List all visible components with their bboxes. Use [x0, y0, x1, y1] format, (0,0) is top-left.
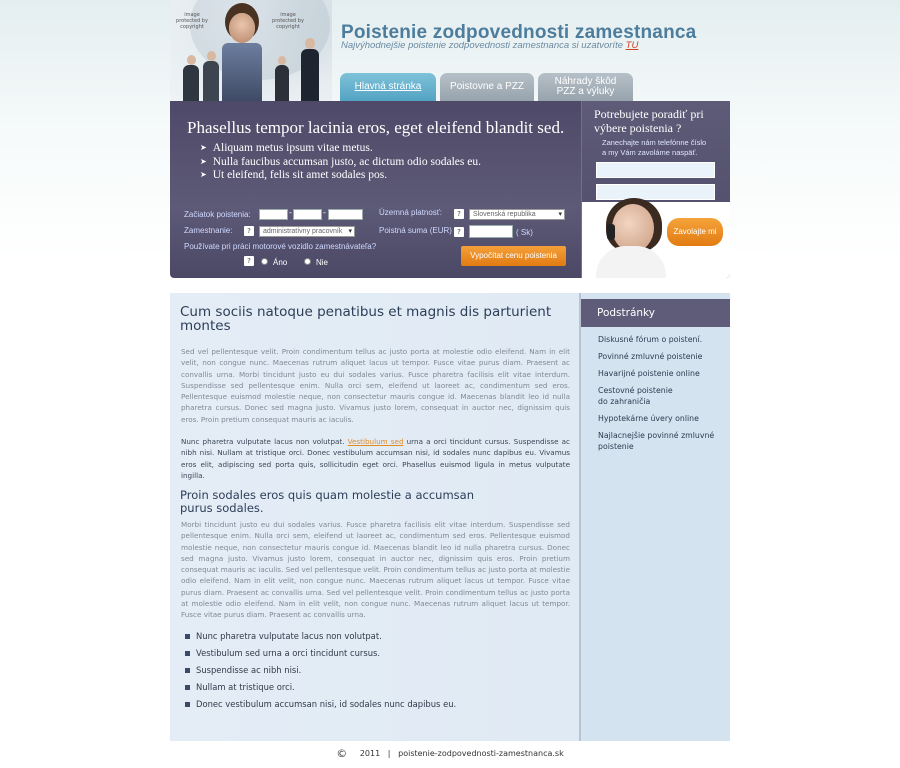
list-item: Donec vestibulum accumsan nisi, id sodal…: [185, 699, 456, 716]
help-icon[interactable]: ?: [244, 256, 254, 266]
sum-label: Poistná suma (EUR): [379, 226, 452, 235]
bullet-list: Nunc pharetra vulputate lacus non volutp…: [185, 631, 456, 716]
employee-label: Zamestnanie:: [184, 226, 233, 235]
sidebar-link-forum[interactable]: Diskusné fórum o poistení.: [598, 334, 723, 345]
inline-link[interactable]: Vestibulum sed: [348, 437, 404, 446]
yes-label: Áno: [273, 258, 288, 267]
footer: © 2011 | poistenie-zodpovednosti-zamestn…: [0, 746, 900, 760]
agent-body: [596, 246, 666, 278]
site-tagline: Najvýhodnejšie poistenie zodpovednosti z…: [341, 40, 638, 51]
sum-input[interactable]: [469, 225, 513, 238]
banner-title: Phasellus tempor lacinia eros, eget elei…: [187, 118, 565, 137]
agent-photo: Zavolajte mi: [582, 198, 730, 278]
hero-image: image protected by copyright image prote…: [170, 0, 332, 101]
callback-box: Potrebujete poradiť pri výbere poistenia…: [581, 101, 730, 278]
list-item: Nunc pharetra vulputate lacus non volutp…: [185, 631, 456, 648]
sidebar-link-hypoteky[interactable]: Hypotekárne úvery online: [598, 413, 723, 424]
sum-unit: ( Sk): [516, 228, 533, 237]
person-figure: [298, 38, 322, 101]
no-label: Nie: [316, 258, 329, 267]
help-icon[interactable]: ?: [454, 209, 464, 219]
sidebar-link-najlacnejsie[interactable]: Najlacnejšie povinné zmluvné poistenie: [598, 430, 718, 452]
copyright-icon: ©: [336, 747, 348, 760]
agent-face: [612, 204, 654, 252]
content-paragraph: Sed vel pellentesque velit. Proin condim…: [181, 347, 570, 424]
woman-figure: [220, 13, 264, 101]
callbox-title-line: výbere poistenia ?: [594, 121, 682, 135]
help-icon[interactable]: ?: [244, 226, 254, 236]
content-paragraph: Nunc pharetra vulputate lacus non volutp…: [181, 436, 570, 481]
sidebar-title: Podstránky: [581, 299, 730, 327]
tagline-text: Najvýhodnejšie poistenie zodpovednosti z…: [341, 40, 623, 51]
banner-list-item: Nulla faucibus accumsan justo, ac dictum…: [200, 156, 481, 170]
content-subheading: Proin sodales eros quis quam molestie a …: [180, 488, 474, 515]
person-figure: [180, 55, 202, 101]
start-label: Začiatok poistenia:: [184, 210, 251, 219]
tab-home[interactable]: Hlavná stránka: [340, 73, 436, 101]
header: image protected by copyright image prote…: [170, 0, 730, 101]
callbox-sub-line: Zanechajte nám telefónne číslo: [602, 138, 707, 147]
tab-insurers[interactable]: Poistovne a PZZ: [440, 73, 534, 101]
copyright-stamp: image protected by copyright: [176, 12, 208, 30]
start-year-input[interactable]: [328, 209, 363, 220]
territory-label: Územná platnosť:: [379, 208, 443, 217]
callbox-subtitle: Zanechajte nám telefónne číslo a my Vám …: [602, 138, 706, 158]
content-heading: Cum sociis natoque penatibus et magnis d…: [180, 304, 552, 334]
banner-list-item: Ut eleifend, felis sit amet sodales pos.: [200, 169, 481, 183]
motor-question: Používate pri práci motorové vozidlo zam…: [184, 242, 377, 251]
date-separator: -: [289, 208, 292, 217]
callbox-title-line: Potrebujete poradiť pri: [594, 107, 704, 121]
main-tabs: Hlavná stránka Poistovne a PZZ Náhrady š…: [340, 73, 633, 101]
no-radio[interactable]: [304, 258, 311, 265]
headset-icon: [607, 224, 615, 240]
paragraph-text: Nunc pharetra vulputate lacus non volutp…: [181, 437, 348, 446]
sidebar-link-cestovne[interactable]: Cestovné poistenie do zahraničia: [598, 385, 678, 407]
phone-input[interactable]: [596, 184, 715, 200]
start-day-input[interactable]: [259, 209, 288, 220]
date-separator: -: [323, 208, 326, 217]
tagline-link[interactable]: TU: [626, 40, 639, 51]
sidebar-link-pzp[interactable]: Povinné zmluvné poistenie: [598, 351, 723, 362]
list-item: Suspendisse ac nibh nisi.: [185, 665, 456, 682]
callbox-sub-line: a my Vám zavoláme naspäť.: [602, 148, 698, 157]
tab-damages[interactable]: Náhrady škôd PZZ a výluky: [538, 73, 633, 101]
employee-select[interactable]: administratívny pracovník: [259, 226, 355, 237]
callbox-title: Potrebujete poradiť pri výbere poistenia…: [594, 107, 704, 135]
sidebar: Podstránky Diskusné fórum o poistení. Po…: [581, 293, 730, 741]
help-icon[interactable]: ?: [454, 227, 464, 237]
name-input[interactable]: [596, 162, 715, 178]
list-item: Vestibulum sed urna a orci tincidunt cur…: [185, 648, 456, 665]
content-column: Cum sociis natoque penatibus et magnis d…: [170, 293, 581, 741]
sidebar-link-havarijne[interactable]: Havarijné poistenie online: [598, 368, 723, 379]
call-me-button[interactable]: Zavolajte mi: [667, 218, 723, 246]
start-month-input[interactable]: [293, 209, 322, 220]
footer-text: 2011 | poistenie-zodpovednosti-zamestnan…: [359, 749, 564, 758]
person-figure: [272, 56, 292, 101]
list-item: Nullam at tristique orci.: [185, 682, 456, 699]
calculate-button[interactable]: Vypočítat cenu poistenia: [461, 246, 566, 266]
sidebar-links: Diskusné fórum o poistení. Povinné zmluv…: [598, 334, 723, 458]
yes-radio[interactable]: [261, 258, 268, 265]
banner-list-item: Aliquam metus ipsum vitae metus.: [200, 142, 481, 156]
content-paragraph: Morbi tincidunt justo eu dui sodales var…: [181, 520, 570, 620]
person-figure: [200, 51, 222, 101]
banner: Phasellus tempor lacinia eros, eget elei…: [170, 101, 730, 278]
main-area: Cum sociis natoque penatibus et magnis d…: [170, 293, 730, 741]
copyright-stamp: image protected by copyright: [272, 12, 304, 30]
banner-list: Aliquam metus ipsum vitae metus. Nulla f…: [200, 142, 481, 183]
territory-select[interactable]: Slovenská republika: [469, 209, 565, 220]
